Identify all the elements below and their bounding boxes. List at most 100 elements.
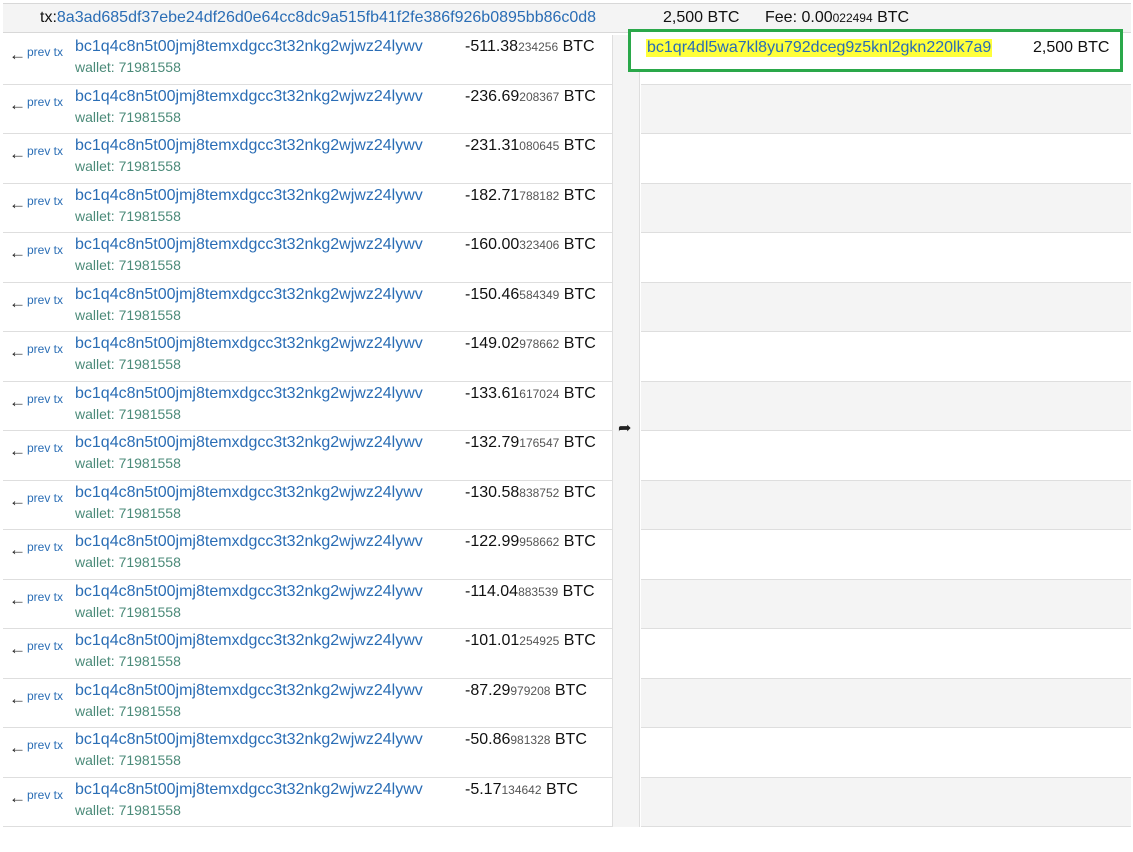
input-address-link[interactable]: bc1q4c8n5t00jmj8temxdgcc3t32nkg2wjwz24ly… — [75, 335, 423, 353]
input-address-link[interactable]: bc1q4c8n5t00jmj8temxdgcc3t32nkg2wjwz24ly… — [75, 484, 423, 502]
input-value: -114.04883539 BTC — [465, 583, 595, 601]
wallet-link[interactable]: wallet: 71981558 — [75, 59, 181, 75]
input-row: ←prev tx bc1q4c8n5t00jmj8temxdgcc3t32nkg2… — [3, 629, 612, 679]
direction-column: ➦ — [612, 35, 640, 827]
input-row: ←prev tx bc1q4c8n5t00jmj8temxdgcc3t32nkg2… — [3, 431, 612, 481]
value-small: 788182 — [519, 188, 560, 203]
prev-tx-link[interactable]: ←prev tx — [9, 338, 64, 361]
prev-tx-link[interactable]: ←prev tx — [9, 734, 63, 757]
input-value: -132.79176547 BTC — [465, 434, 596, 452]
input-address-link[interactable]: bc1q4c8n5t00jmj8temxdgcc3t32nkg2wjwz24ly… — [75, 533, 423, 551]
value-small: 958662 — [519, 535, 560, 549]
value-unit: BTC — [554, 681, 587, 699]
fee-label: Fee: — [765, 9, 798, 26]
input-row: ←prev tx bc1q4c8n5t00jmj8temxdgcc3t32nkg2… — [3, 728, 612, 778]
prev-tx-link[interactable]: ←prev tx — [9, 685, 63, 708]
input-row: ←prev tx bc1q4c8n5t00jmj8temxdgcc3t32nkg2… — [3, 184, 612, 233]
prev-tx-label: prev tx — [27, 589, 64, 604]
value-small: 584349 — [519, 287, 560, 302]
arrow-left-icon: ← — [9, 144, 26, 163]
input-address-link[interactable]: bc1q4c8n5t00jmj8temxdgcc3t32nkg2wjwz24ly… — [75, 236, 423, 254]
wallet-link[interactable]: wallet: 71981558 — [75, 505, 181, 521]
input-value: -182.71788182 BTC — [465, 187, 596, 205]
prev-tx-link[interactable]: ←prev tx — [9, 536, 64, 559]
prev-tx-label: prev tx — [27, 490, 64, 505]
arrow-left-icon: ← — [9, 391, 26, 411]
wallet-link[interactable]: wallet: 71981558 — [75, 356, 181, 372]
wallet-link[interactable]: wallet: 71981558 — [75, 257, 181, 273]
wallet-link[interactable]: wallet: 71981558 — [75, 554, 181, 570]
input-address-link[interactable]: bc1q4c8n5t00jmj8temxdgcc3t32nkg2wjwz24ly… — [75, 731, 423, 749]
wallet-link[interactable]: wallet: 71981558 — [75, 158, 181, 174]
prev-tx-link[interactable]: ←prev tx — [9, 388, 64, 411]
wallet-link[interactable]: wallet: 71981558 — [75, 406, 181, 422]
output-amount: 2,500 BTC — [1033, 39, 1110, 56]
prev-tx-link[interactable]: ←prev tx — [9, 41, 63, 64]
input-address-link[interactable]: bc1q4c8n5t00jmj8temxdgcc3t32nkg2wjwz24ly… — [75, 385, 423, 403]
value-unit: BTC — [563, 285, 596, 303]
value-main: -511.38 — [465, 38, 519, 55]
prev-tx-label: prev tx — [27, 391, 64, 406]
prev-tx-link[interactable]: ←prev tx — [9, 239, 63, 262]
input-address-link[interactable]: bc1q4c8n5t00jmj8temxdgcc3t32nkg2wjwz24ly… — [75, 434, 423, 452]
wallet-link[interactable]: wallet: 71981558 — [75, 109, 181, 125]
input-address-link[interactable]: bc1q4c8n5t00jmj8temxdgcc3t32nkg2wjwz24ly… — [75, 583, 423, 601]
input-value: -150.46584349 BTC — [465, 286, 596, 304]
value-main: -149.02 — [465, 335, 520, 352]
input-address-link[interactable]: bc1q4c8n5t00jmj8temxdgcc3t32nkg2wjwz24ly… — [75, 286, 423, 304]
prev-tx-link[interactable]: ←prev tx — [9, 437, 63, 460]
input-row: ←prev tx bc1q4c8n5t00jmj8temxdgcc3t32nkg2… — [3, 679, 612, 728]
prev-tx-link[interactable]: ←prev tx — [9, 784, 64, 807]
wallet-link[interactable]: wallet: 71981558 — [75, 802, 181, 818]
input-row: ←prev tx bc1q4c8n5t00jmj8temxdgcc3t32nkg2… — [3, 134, 612, 184]
wallet-link[interactable]: wallet: 71981558 — [75, 653, 181, 669]
wallet-link[interactable]: wallet: 71981558 — [75, 307, 181, 323]
value-unit: BTC — [563, 483, 596, 501]
value-small: 981328 — [510, 733, 551, 747]
input-address-link[interactable]: bc1q4c8n5t00jmj8temxdgcc3t32nkg2wjwz24ly… — [75, 137, 423, 155]
prev-tx-link[interactable]: ←prev tx — [9, 586, 64, 609]
prev-tx-link[interactable]: ←prev tx — [9, 190, 63, 213]
wallet-link[interactable]: wallet: 71981558 — [75, 604, 181, 620]
prev-tx-link[interactable]: ←prev tx — [9, 487, 64, 510]
outputs-list — [641, 35, 1131, 827]
input-address-link[interactable]: bc1q4c8n5t00jmj8temxdgcc3t32nkg2wjwz24ly… — [75, 682, 423, 700]
input-address-link[interactable]: bc1q4c8n5t00jmj8temxdgcc3t32nkg2wjwz24ly… — [75, 781, 423, 799]
wallet-link[interactable]: wallet: 71981558 — [75, 455, 181, 471]
value-main: -182.71 — [465, 186, 520, 204]
wallet-link[interactable]: wallet: 71981558 — [75, 752, 181, 768]
prev-tx-link[interactable]: ←prev tx — [9, 289, 64, 312]
wallet-link[interactable]: wallet: 71981558 — [75, 208, 181, 224]
value-main: -122.99 — [465, 533, 520, 550]
input-address-link[interactable]: bc1q4c8n5t00jmj8temxdgcc3t32nkg2wjwz24ly… — [75, 187, 423, 205]
prev-tx-label: prev tx — [27, 292, 64, 307]
tx-hash-link[interactable]: 8a3ad685df37ebe24df26d0e64cc8dc9a515fb41… — [57, 9, 596, 26]
prev-tx-label: prev tx — [27, 787, 64, 802]
input-address-link[interactable]: bc1q4c8n5t00jmj8temxdgcc3t32nkg2wjwz24ly… — [75, 38, 423, 56]
wallet-link[interactable]: wallet: 71981558 — [75, 703, 181, 719]
input-value: -87.29979208 BTC — [465, 682, 587, 700]
value-small: 176547 — [519, 436, 560, 450]
arrow-left-icon: ← — [9, 639, 26, 658]
input-address-link[interactable]: bc1q4c8n5t00jmj8temxdgcc3t32nkg2wjwz24ly… — [75, 88, 423, 106]
input-address-link[interactable]: bc1q4c8n5t00jmj8temxdgcc3t32nkg2wjwz24ly… — [75, 632, 423, 650]
prev-tx-link[interactable]: ←prev tx — [9, 140, 63, 163]
output-address-link[interactable]: bc1qr4dl5wa7kl8yu792dceg9z5knl2gkn220lk7… — [646, 39, 993, 57]
prev-tx-link[interactable]: ←prev tx — [9, 635, 63, 658]
value-small: 254925 — [519, 634, 560, 648]
prev-tx-label: prev tx — [27, 342, 64, 356]
output-row — [641, 332, 1131, 382]
output-row — [641, 678, 1131, 728]
output-row — [641, 183, 1131, 233]
prev-tx-label: prev tx — [27, 540, 64, 554]
arrow-left-icon: ← — [9, 589, 26, 609]
input-row: ←prev tx bc1q4c8n5t00jmj8temxdgcc3t32nkg2… — [3, 332, 612, 382]
value-main: -130.58 — [465, 483, 520, 501]
value-small: 080645 — [519, 139, 560, 153]
input-row: ←prev tx bc1q4c8n5t00jmj8temxdgcc3t32nkg2… — [3, 530, 612, 580]
arrow-left-icon: ← — [9, 292, 26, 312]
tx-total-amount: 2,500 BTC — [663, 9, 740, 26]
output-row — [641, 381, 1131, 431]
prev-tx-link[interactable]: ←prev tx — [9, 91, 63, 114]
tx-label: tx: — [40, 9, 57, 26]
